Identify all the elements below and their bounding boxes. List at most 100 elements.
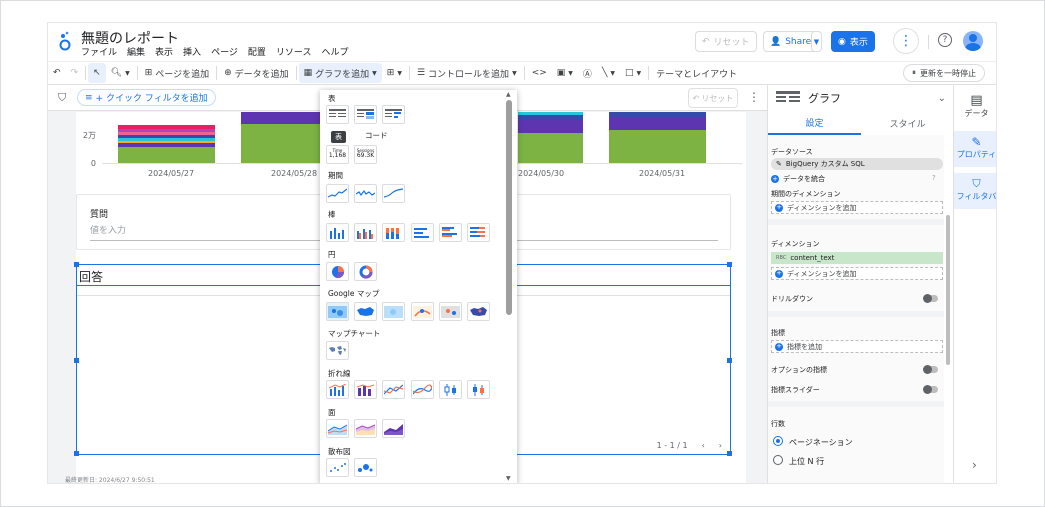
scorecard-compact-icon[interactable]: Sessions 69.3K <box>354 145 377 164</box>
geo-chart-icon[interactable] <box>326 341 349 360</box>
scrollbar-thumb[interactable] <box>946 215 950 365</box>
menu-view[interactable]: 表示 <box>155 45 173 58</box>
optional-metrics-toggle[interactable] <box>923 365 938 374</box>
reset-button[interactable]: ↶ リセット <box>695 31 757 52</box>
panel-scrollbar[interactable] <box>945 135 951 483</box>
shape-button[interactable]: □ ▼ <box>620 63 646 83</box>
rail-properties-button[interactable]: ✎ プロパティ <box>954 131 996 167</box>
zoom-button[interactable]: 🔍︎ ▼ <box>106 63 135 83</box>
resize-handle[interactable] <box>727 451 732 456</box>
stacked-combo-chart-icon[interactable] <box>354 380 377 399</box>
chevron-right-icon[interactable]: › <box>972 458 977 472</box>
help-icon[interactable]: ? <box>932 174 936 182</box>
undo-button[interactable]: ↶ <box>48 63 66 83</box>
table-chart-icon[interactable] <box>326 105 349 124</box>
table-heatmap-chart-icon[interactable] <box>354 105 377 124</box>
add-data-button[interactable]: ⊕ データを追加 <box>219 63 294 83</box>
time-series-chart-icon[interactable] <box>326 184 349 203</box>
share-button[interactable]: 👤 Share <box>763 31 819 52</box>
resize-handle[interactable] <box>727 262 732 267</box>
theme-layout-button[interactable]: テーマとレイアウト <box>651 63 742 83</box>
resize-handle[interactable] <box>74 451 79 456</box>
add-metric[interactable]: + 指標を追加 <box>771 340 943 353</box>
redo-button[interactable]: ↷ <box>66 63 84 83</box>
resize-handle[interactable] <box>74 262 79 267</box>
bar-chart-icon[interactable] <box>411 223 434 242</box>
sparkline-chart-icon[interactable] <box>354 184 377 203</box>
share-dropdown-button[interactable]: ▼ <box>811 31 822 52</box>
chevron-right-icon[interactable]: › <box>719 441 722 450</box>
bubble-chart-icon[interactable] <box>354 458 377 477</box>
stock-chart-icon[interactable] <box>467 380 490 399</box>
menu-scrollbar[interactable]: ▲ ▼ <box>506 91 512 482</box>
pagination-radio[interactable] <box>773 436 783 446</box>
bubble-map-icon[interactable] <box>326 302 349 321</box>
tab-setup[interactable]: 設定 <box>768 111 861 135</box>
add-chart-button[interactable]: ▦ グラフを追加 ▼ <box>298 63 382 83</box>
drilldown-toggle[interactable] <box>923 294 938 303</box>
line-map-icon[interactable] <box>411 302 434 321</box>
resize-handle[interactable] <box>727 358 732 363</box>
menu-insert[interactable]: 挿入 <box>183 45 201 58</box>
stacked-bar-chart-icon[interactable] <box>467 223 490 242</box>
top-n-radio[interactable] <box>773 455 783 465</box>
candlestick-chart-icon[interactable] <box>439 380 462 399</box>
rail-filter-bar-button[interactable]: ⛉ フィルタバ <box>954 173 996 209</box>
smoothed-time-series-icon[interactable] <box>382 184 405 203</box>
help-icon[interactable]: ? <box>938 33 952 47</box>
add-page-button[interactable]: ⊞ ページを追加 <box>140 63 214 83</box>
scroll-down-icon[interactable]: ▼ <box>506 475 511 482</box>
quick-filter-button[interactable]: ≡ + クイック フィルタを追加 <box>77 89 216 106</box>
filter-icon[interactable]: ⛉ <box>58 91 66 105</box>
combo-map-icon[interactable] <box>439 302 462 321</box>
chevron-left-icon[interactable]: ‹ <box>702 441 705 450</box>
scroll-up-icon[interactable]: ▲ <box>506 91 511 98</box>
scrollbar-thumb[interactable] <box>506 100 512 315</box>
dimension-chip[interactable]: RBC content_text <box>771 252 943 264</box>
select-tool[interactable]: ↖ <box>88 63 106 83</box>
menu-file[interactable]: ファイル <box>81 45 117 58</box>
view-button[interactable]: ◉ 表示 <box>831 31 875 52</box>
rail-data-button[interactable]: ▤ データ <box>954 93 996 125</box>
blend-data-button[interactable]: + データを統合 <box>771 174 825 184</box>
text-button[interactable]: Ⓐ <box>578 63 597 83</box>
grouped-column-chart-icon[interactable] <box>354 223 377 242</box>
combo-chart-icon[interactable] <box>326 380 349 399</box>
pie-chart-icon[interactable] <box>326 262 349 281</box>
grouped-bar-chart-icon[interactable] <box>439 223 462 242</box>
heatmap-map-icon[interactable] <box>382 302 405 321</box>
menu-edit[interactable]: 編集 <box>127 45 145 58</box>
more-options-button[interactable]: ⋮ <box>893 28 919 54</box>
menu-arrange[interactable]: 配置 <box>248 45 266 58</box>
menu-page[interactable]: ページ <box>211 45 238 58</box>
line-button[interactable]: ╲ ▼ <box>597 63 620 83</box>
pause-updates-button[interactable]: ⏸ 更新を一時停止 <box>903 64 985 82</box>
scorecard-icon[interactable]: Time 1,168 <box>326 145 349 164</box>
line-chart-icon[interactable] <box>382 380 405 399</box>
stacked-area-chart-icon[interactable] <box>354 419 377 438</box>
community-viz-button[interactable]: ⊞ ▼ <box>382 63 407 83</box>
embed-code-button[interactable]: <> <box>527 63 552 83</box>
stacked-column-chart-icon[interactable] <box>382 223 405 242</box>
add-control-button[interactable]: ☰ コントロールを追加 ▼ <box>412 63 522 83</box>
image-button[interactable]: ▣ ▼ <box>552 63 578 83</box>
world-map-icon[interactable] <box>467 302 490 321</box>
area-chart-icon[interactable] <box>326 419 349 438</box>
menu-help[interactable]: ヘルプ <box>321 45 348 58</box>
more-vert-icon[interactable]: ⋮ <box>748 90 760 104</box>
add-dimension[interactable]: + ディメンションを追加 <box>771 267 943 280</box>
chevron-down-icon[interactable]: ⌄ <box>938 93 946 104</box>
scatter-chart-icon[interactable] <box>326 458 349 477</box>
smoothed-line-chart-icon[interactable] <box>411 380 434 399</box>
filled-map-icon[interactable] <box>354 302 377 321</box>
metric-slider-toggle[interactable] <box>923 385 938 394</box>
resize-handle[interactable] <box>74 358 79 363</box>
avatar[interactable] <box>963 31 983 51</box>
menu-resource[interactable]: リソース <box>276 45 312 58</box>
percent-area-chart-icon[interactable] <box>382 419 405 438</box>
donut-chart-icon[interactable] <box>354 262 377 281</box>
table-bars-chart-icon[interactable] <box>382 105 405 124</box>
tab-style[interactable]: スタイル <box>861 111 954 135</box>
filter-reset-button[interactable]: ↶ リセット <box>688 88 738 108</box>
add-date-dimension[interactable]: + ディメンションを追加 <box>771 201 943 214</box>
